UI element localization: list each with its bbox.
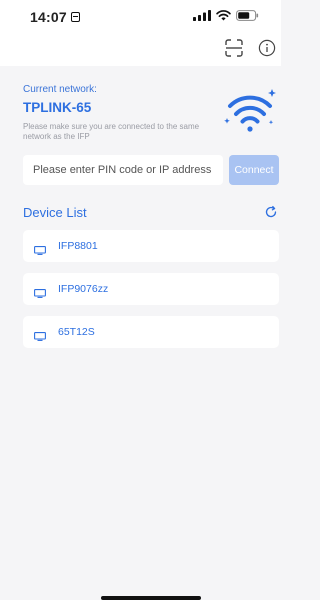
info-icon — [258, 39, 276, 57]
status-time-group: 14:07 — [30, 9, 80, 25]
device-list-title: Device List — [23, 205, 87, 220]
info-button[interactable] — [257, 38, 277, 58]
device-item[interactable]: IFP9076zz — [23, 273, 279, 305]
device-item[interactable]: IFP8801 — [23, 230, 279, 262]
device-item[interactable]: 65T12S — [23, 316, 279, 348]
battery-icon — [236, 8, 259, 26]
current-network-label: Current network: — [23, 84, 97, 95]
scan-button[interactable] — [224, 38, 244, 58]
refresh-button[interactable] — [264, 205, 278, 219]
wifi-icon — [216, 8, 231, 26]
monitor-icon — [34, 328, 46, 341]
device-label: 65T12S — [58, 326, 95, 338]
network-hint: Please make sure you are connected to th… — [23, 122, 200, 141]
notification-badge-icon — [70, 12, 80, 22]
status-bar: 14:07 — [0, 0, 281, 34]
pin-ip-input[interactable] — [23, 155, 223, 185]
nav-bar — [0, 34, 281, 66]
device-label: IFP9076zz — [58, 283, 109, 295]
monitor-icon — [34, 242, 46, 255]
scan-icon — [225, 39, 243, 57]
home-indicator[interactable] — [101, 596, 201, 600]
monitor-icon — [34, 285, 46, 298]
system-icons — [193, 8, 259, 26]
connect-button[interactable]: Connect — [229, 155, 279, 185]
wifi-signal-icon — [222, 84, 278, 134]
cellular-signal-icon — [193, 8, 211, 26]
network-name: TPLINK-65 — [23, 100, 92, 115]
refresh-icon — [265, 205, 277, 218]
status-time: 14:07 — [30, 9, 67, 25]
device-label: IFP8801 — [58, 240, 98, 252]
